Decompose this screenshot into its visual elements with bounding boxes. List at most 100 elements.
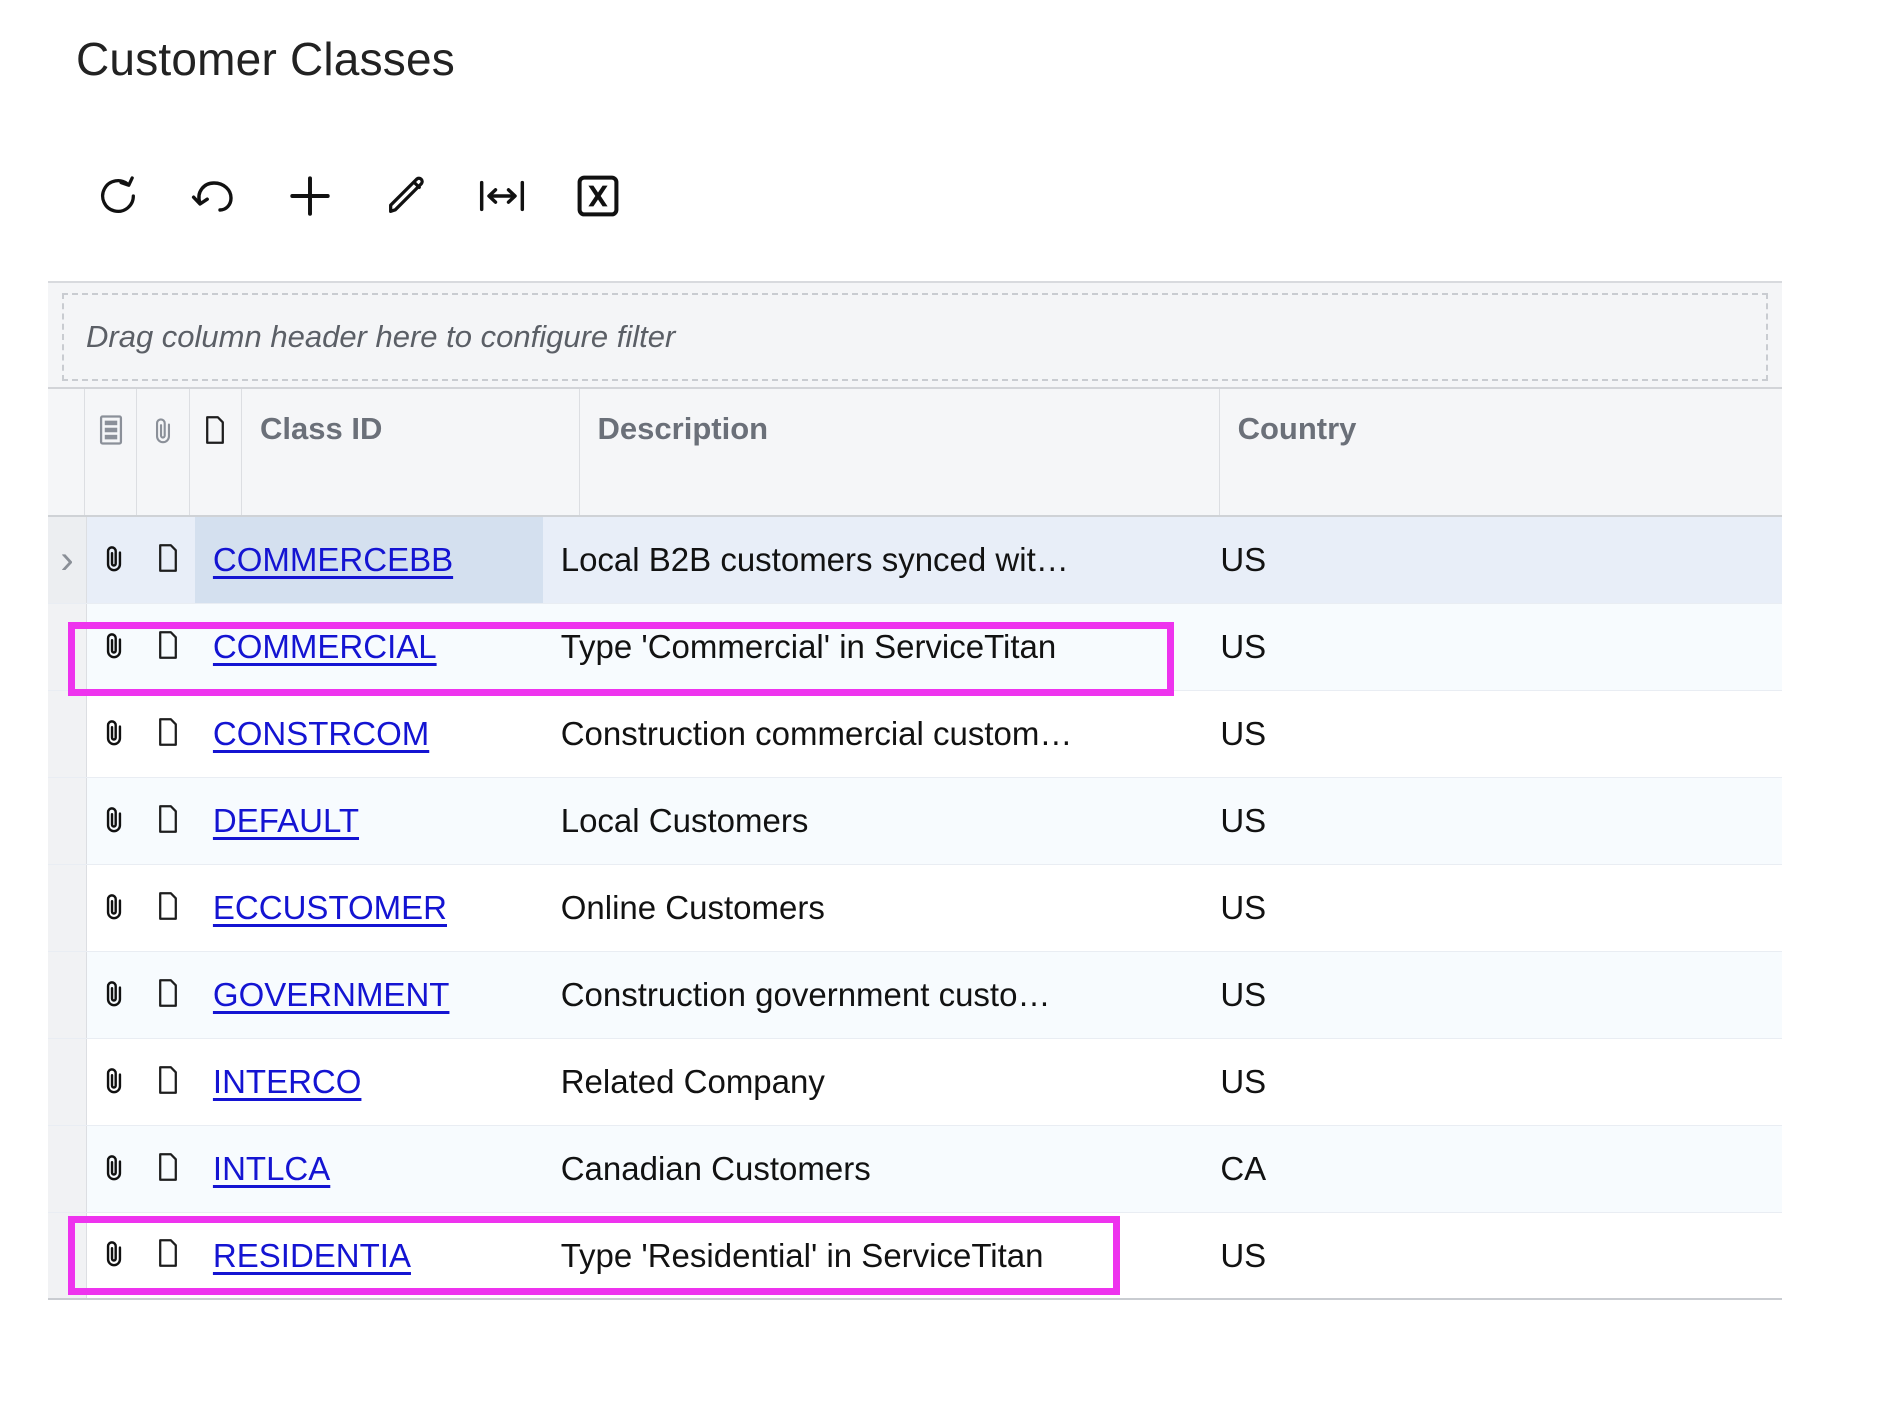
row-description-cell[interactable]: Related Company xyxy=(543,1039,1203,1125)
row-note-cell[interactable] xyxy=(141,1126,195,1212)
row-note-cell[interactable] xyxy=(141,952,195,1038)
filter-drop-zone[interactable]: Drag column header here to configure fil… xyxy=(62,293,1768,381)
row-expander[interactable] xyxy=(48,865,87,951)
table-row[interactable]: DEFAULT Local Customers US xyxy=(48,778,1782,865)
page-title: Customer Classes xyxy=(76,33,455,85)
row-note-cell[interactable] xyxy=(141,691,195,777)
row-class-id-cell[interactable]: INTLCA xyxy=(195,1126,543,1212)
paperclip-icon xyxy=(100,1063,128,1102)
table-row[interactable]: INTERCO Related Company US xyxy=(48,1039,1782,1126)
table-row[interactable]: › COMMERCEBB Local B2B customers synced wi… xyxy=(48,517,1782,604)
row-class-id-cell[interactable]: ECCUSTOMER xyxy=(195,865,543,951)
row-expander[interactable] xyxy=(48,604,87,690)
row-country-cell[interactable]: CA xyxy=(1202,1126,1782,1212)
plus-icon xyxy=(285,171,335,221)
row-note-cell[interactable] xyxy=(141,1039,195,1125)
document-icon xyxy=(154,628,182,667)
row-class-id-cell[interactable]: COMMERCEBB xyxy=(194,517,543,603)
column-header-class-id[interactable]: Class ID xyxy=(242,389,580,515)
row-country-cell[interactable]: US xyxy=(1202,604,1782,690)
row-country-cell[interactable]: US xyxy=(1202,1039,1782,1125)
description-text: Local B2B customers synced wit… xyxy=(560,541,1069,578)
undo-icon xyxy=(190,172,238,220)
row-expander[interactable] xyxy=(48,1126,87,1212)
column-header-records[interactable] xyxy=(85,389,138,515)
row-description-cell[interactable]: Type 'Residential' in ServiceTitan xyxy=(543,1213,1203,1298)
row-class-id-cell[interactable]: DEFAULT xyxy=(195,778,543,864)
row-description-cell[interactable]: Online Customers xyxy=(543,865,1203,951)
column-header-class-id-label: Class ID xyxy=(260,411,383,446)
row-country-cell[interactable]: US xyxy=(1202,1213,1782,1298)
row-expander[interactable] xyxy=(48,1039,87,1125)
column-header-country[interactable]: Country xyxy=(1220,389,1782,515)
edit-button[interactable] xyxy=(358,165,454,227)
class-id-link[interactable]: ECCUSTOMER xyxy=(195,889,447,927)
row-description-cell[interactable]: Construction government custo… xyxy=(543,952,1203,1038)
table-row[interactable]: INTLCA Canadian Customers CA xyxy=(48,1126,1782,1213)
table-row[interactable]: ECCUSTOMER Online Customers US xyxy=(48,865,1782,952)
row-note-cell[interactable] xyxy=(141,1213,195,1298)
row-attachment-cell[interactable] xyxy=(87,1213,141,1298)
row-attachment-cell[interactable] xyxy=(87,778,141,864)
row-class-id-cell[interactable]: COMMERCIAL xyxy=(195,604,543,690)
row-country-cell[interactable]: US xyxy=(1202,778,1782,864)
row-note-cell[interactable] xyxy=(141,778,195,864)
row-attachment-cell[interactable] xyxy=(87,691,141,777)
row-description-cell[interactable]: Type 'Commercial' in ServiceTitan xyxy=(543,604,1203,690)
class-id-link[interactable]: INTERCO xyxy=(195,1063,362,1101)
table-row[interactable]: COMMERCIAL Type 'Commercial' in ServiceTi… xyxy=(48,604,1782,691)
row-country-cell[interactable]: US xyxy=(1202,517,1782,603)
row-class-id-cell[interactable]: INTERCO xyxy=(195,1039,543,1125)
column-header-attachment[interactable] xyxy=(137,389,190,515)
row-attachment-cell[interactable] xyxy=(87,1039,141,1125)
row-description-cell[interactable]: Local Customers xyxy=(543,778,1203,864)
fit-width-button[interactable] xyxy=(454,165,550,227)
document-icon xyxy=(154,715,182,754)
row-country-cell[interactable]: US xyxy=(1202,691,1782,777)
records-icon xyxy=(96,413,126,452)
table-row[interactable]: CONSTRCOM Construction commercial custom…… xyxy=(48,691,1782,778)
row-note-cell[interactable] xyxy=(141,604,195,690)
row-country-cell[interactable]: US xyxy=(1202,952,1782,1038)
paperclip-icon xyxy=(100,1150,128,1189)
paperclip-icon xyxy=(100,1236,128,1275)
row-class-id-cell[interactable]: GOVERNMENT xyxy=(195,952,543,1038)
document-icon xyxy=(154,802,182,841)
table-row[interactable]: RESIDENTIA Type 'Residential' in ServiceT… xyxy=(48,1213,1782,1300)
country-text: US xyxy=(1220,802,1267,839)
document-icon xyxy=(201,413,229,452)
row-expander[interactable] xyxy=(48,952,87,1038)
export-excel-button[interactable] xyxy=(550,165,646,227)
row-expander[interactable] xyxy=(48,778,87,864)
row-note-cell[interactable] xyxy=(141,865,195,951)
row-attachment-cell[interactable] xyxy=(87,865,141,951)
row-attachment-cell[interactable] xyxy=(87,1126,141,1212)
class-id-link[interactable]: CONSTRCOM xyxy=(195,715,429,753)
row-description-cell[interactable]: Construction commercial custom… xyxy=(543,691,1203,777)
row-expander[interactable]: › xyxy=(48,517,87,603)
undo-button[interactable] xyxy=(166,165,262,227)
add-button[interactable] xyxy=(262,165,358,227)
class-id-link[interactable]: RESIDENTIA xyxy=(195,1237,411,1275)
table-row[interactable]: GOVERNMENT Construction government custo…… xyxy=(48,952,1782,1039)
column-header-description[interactable]: Description xyxy=(580,389,1220,515)
class-id-link[interactable]: GOVERNMENT xyxy=(195,976,450,1014)
row-attachment-cell[interactable] xyxy=(87,517,141,603)
row-attachment-cell[interactable] xyxy=(87,952,141,1038)
country-text: US xyxy=(1220,1063,1267,1100)
class-id-link[interactable]: INTLCA xyxy=(195,1150,330,1188)
row-note-cell[interactable] xyxy=(141,517,195,603)
class-id-link[interactable]: COMMERCIAL xyxy=(195,628,437,666)
row-country-cell[interactable]: US xyxy=(1202,865,1782,951)
row-expander[interactable] xyxy=(48,1213,87,1298)
column-header-note[interactable] xyxy=(190,389,243,515)
row-description-cell[interactable]: Canadian Customers xyxy=(543,1126,1203,1212)
class-id-link[interactable]: COMMERCEBB xyxy=(195,541,453,579)
row-attachment-cell[interactable] xyxy=(87,604,141,690)
class-id-link[interactable]: DEFAULT xyxy=(195,802,359,840)
row-expander[interactable] xyxy=(48,691,87,777)
row-class-id-cell[interactable]: RESIDENTIA xyxy=(195,1213,543,1298)
row-description-cell[interactable]: Local B2B customers synced wit… xyxy=(543,517,1203,603)
refresh-button[interactable] xyxy=(70,165,166,227)
row-class-id-cell[interactable]: CONSTRCOM xyxy=(195,691,543,777)
